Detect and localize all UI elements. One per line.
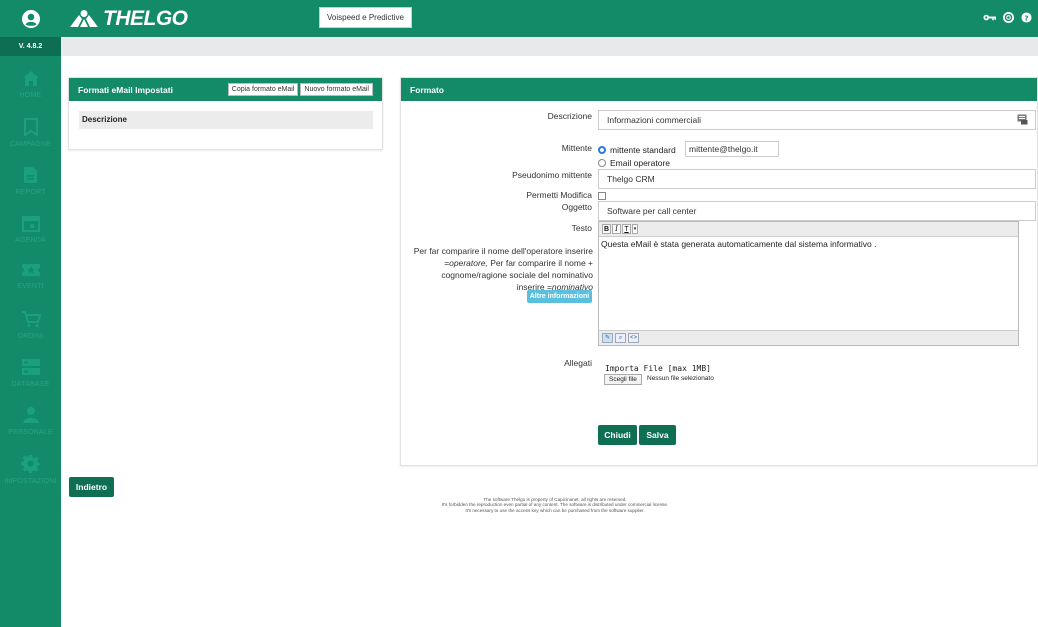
oggetto-input[interactable]: Software per call center	[598, 201, 1036, 221]
sidebar-item-label: EVENTI	[17, 283, 44, 290]
sidebar-item-report[interactable]: REPORT	[0, 158, 61, 206]
import-file-label: Importa File [max 1MB]	[605, 364, 711, 373]
help-operatore-tag: =operatore,	[444, 258, 488, 268]
bold-button[interactable]: B	[602, 224, 611, 234]
permetti-modifica-label: Permetti Modifica	[526, 190, 592, 200]
report-icon	[24, 167, 37, 183]
more-info-button[interactable]: Altre informazioni	[527, 290, 592, 303]
sidebar-item-label: HOME	[19, 92, 42, 99]
person-icon	[22, 407, 39, 423]
home-icon	[22, 71, 39, 86]
footer-line-3: It's necessary to use the access key whi…	[465, 507, 645, 513]
help-line-1: Per far comparire il nome dell'operatore…	[413, 246, 593, 256]
email-operatore-radio[interactable]	[598, 159, 606, 167]
gear-icon	[21, 454, 40, 473]
user-avatar[interactable]	[0, 0, 61, 37]
user-circle-icon	[21, 9, 40, 28]
descrizione-label: Descrizione	[547, 111, 592, 121]
mittente-standard-label: mittente standard	[610, 145, 676, 155]
testo-label: Testo	[571, 223, 592, 233]
copy-format-button[interactable]: Copia formato eMail	[227, 83, 299, 96]
help-line-3: cognome/ragione sociale del nominativo	[441, 270, 593, 280]
mittente-email-input[interactable]: mittente@thelgo.it	[685, 141, 779, 157]
mittente-standard-radio[interactable]	[598, 146, 606, 154]
top-icons: ?	[983, 12, 1032, 23]
editor-toolbar: B I T ▾	[599, 222, 1018, 237]
choose-file-button[interactable]: Scegli file	[604, 374, 642, 385]
sidebar-item-campagne[interactable]: CAMPAGNE	[0, 110, 61, 158]
allegati-label: Allegati	[564, 358, 592, 368]
sidebar-item-label: AGENDA	[15, 237, 46, 244]
table-header-descrizione[interactable]: Descrizione	[79, 111, 373, 129]
panel-header: Formati eMail Impostati Copia formato eM…	[69, 78, 382, 101]
oggetto-value: Software per call center	[607, 206, 697, 216]
pseudonimo-input[interactable]: Thelgo CRM	[598, 169, 1036, 189]
sub-bar	[61, 37, 1038, 56]
pseudonimo-value: Thelgo CRM	[607, 174, 655, 184]
key-icon[interactable]	[983, 12, 996, 23]
logo-text: THELGO	[103, 7, 188, 30]
descrizione-value: Informazioni commerciali	[607, 115, 701, 125]
code-icon[interactable]: <>	[628, 333, 639, 343]
panel-title: Formati eMail Impostati	[78, 84, 173, 95]
logo-icon	[70, 10, 98, 27]
app-logo[interactable]: THELGO	[69, 7, 188, 31]
close-button[interactable]: Chiudi	[598, 425, 637, 445]
sidebar-item-database[interactable]: DATABASE	[0, 350, 61, 398]
sidebar-item-agenda[interactable]: AGENDA	[0, 206, 61, 254]
sidebar-item-personale[interactable]: PERSONALE	[0, 398, 61, 446]
panel-title: Formato	[410, 84, 444, 95]
sidebar-item-label: REPORT	[15, 189, 46, 196]
sidebar-item-label: PERSONALE	[8, 429, 53, 436]
voispeed-button[interactable]: Voispeed e Predictive	[319, 7, 412, 28]
database-icon	[21, 359, 40, 375]
svg-text:?: ?	[1024, 13, 1028, 22]
ticket-icon	[21, 264, 40, 276]
sidebar-item-label: DATABASE	[11, 381, 50, 388]
save-button[interactable]: Salva	[639, 425, 676, 445]
sidebar-item-eventi[interactable]: EVENTI	[0, 254, 61, 302]
sidebar-item-label: ORDINI	[17, 333, 44, 340]
italic-button[interactable]: I	[612, 224, 621, 234]
editor-body[interactable]: Questa eMail è stata generata automatica…	[599, 237, 1018, 251]
email-formats-panel: Formati eMail Impostati Copia formato eM…	[68, 77, 383, 150]
no-file-label: Nessun file selezionato	[647, 375, 714, 382]
panel-header: Formato	[401, 78, 1037, 101]
help-text: Per far comparire il nome dell'operatore…	[405, 245, 593, 293]
sidebar-item-home[interactable]: HOME	[0, 62, 61, 110]
email-operatore-label: Email operatore	[610, 158, 671, 168]
text-color-button[interactable]: T	[622, 224, 631, 234]
editor-footer: ✎ ⌕ <>	[599, 330, 1018, 345]
cart-icon	[21, 311, 41, 328]
lifebuoy-icon[interactable]	[1003, 12, 1014, 23]
list-picker-icon[interactable]	[1017, 114, 1028, 125]
footer: The software Thelgo is property of Capic…	[400, 497, 710, 513]
oggetto-label: Oggetto	[561, 202, 592, 212]
preview-icon[interactable]: ⌕	[615, 333, 626, 343]
chevron-down-icon[interactable]: ▾	[632, 224, 638, 234]
permetti-modifica-checkbox[interactable]	[598, 192, 606, 200]
pencil-icon[interactable]: ✎	[602, 333, 613, 343]
help-icon[interactable]: ?	[1021, 12, 1032, 23]
help-line-2: Per far comparire il nome +	[487, 258, 593, 268]
descrizione-input[interactable]: Informazioni commerciali	[598, 110, 1036, 130]
top-bar: THELGO Voispeed e Predictive ?	[61, 0, 1038, 37]
pseudonimo-label: Pseudonimo mittente	[512, 170, 592, 180]
sidebar-item-label: CAMPAGNE	[9, 141, 52, 148]
mittente-email-value: mittente@thelgo.it	[689, 144, 758, 154]
sidebar: V. 4.8.2 HOME CAMPAGNE REPORT AGENDA EVE…	[0, 0, 61, 627]
new-format-button[interactable]: Nuovo formato eMail	[300, 83, 373, 96]
sidebar-item-ordini[interactable]: ORDINI	[0, 302, 61, 350]
mittente-label: Mittente	[561, 143, 592, 153]
sidebar-item-label: IMPOSTAZIONI	[4, 478, 57, 485]
back-button[interactable]: Indietro	[69, 477, 114, 497]
sidebar-item-impostazioni[interactable]: IMPOSTAZIONI	[0, 446, 61, 494]
rich-text-editor[interactable]: B I T ▾ Questa eMail è stata generata au…	[598, 221, 1019, 346]
campaign-icon	[23, 118, 38, 136]
calendar-icon	[21, 216, 40, 232]
version-label: V. 4.8.2	[0, 37, 61, 56]
